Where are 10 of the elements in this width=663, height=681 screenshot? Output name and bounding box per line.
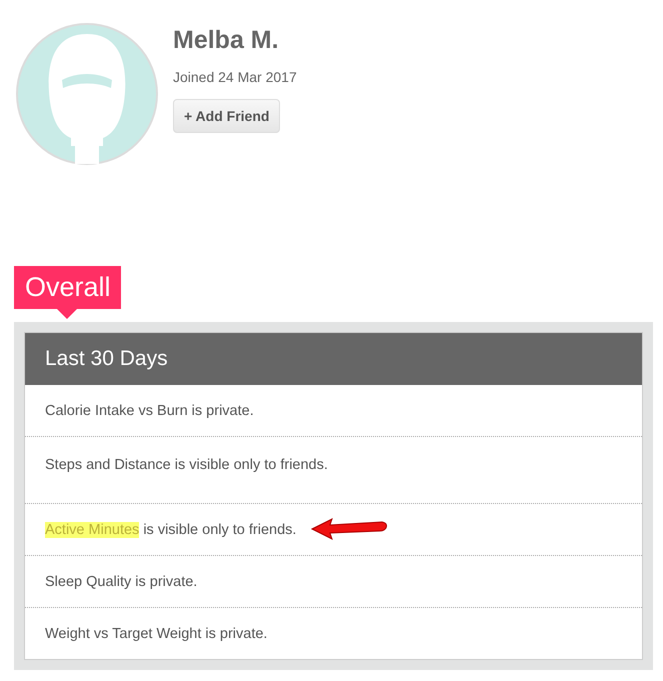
privacy-text: Active Minutes is visible only to friends. (45, 522, 296, 538)
privacy-text: Steps and Distance is visible only to friends. (45, 457, 328, 473)
privacy-text: Calorie Intake vs Burn is private. (45, 402, 254, 418)
privacy-text: Weight vs Target Weight is private. (45, 626, 268, 642)
section-tag: Overall (14, 266, 121, 309)
panel-title: Last 30 Days (45, 347, 168, 371)
privacy-text: Sleep Quality is private. (45, 574, 198, 590)
add-friend-button[interactable]: + Add Friend (173, 99, 280, 133)
profile-name: Melba M. (173, 26, 279, 55)
joined-date: Joined 24 Mar 2017 (173, 69, 297, 85)
